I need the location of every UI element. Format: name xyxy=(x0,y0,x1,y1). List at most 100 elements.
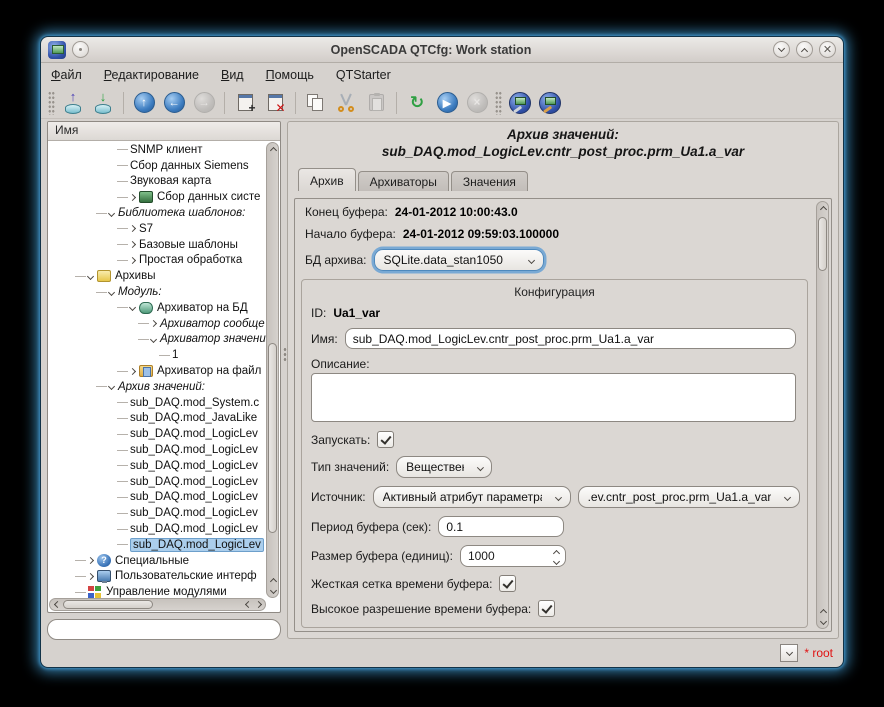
buffer-size-spinner[interactable]: 1000 xyxy=(460,545,566,567)
up-level-button[interactable]: ↑ xyxy=(129,89,159,117)
tree-item[interactable]: Архив значений: xyxy=(48,379,266,395)
tree-hscroll-thumb[interactable] xyxy=(63,600,153,609)
tree-item[interactable]: sub_DAQ.mod_LogicLev xyxy=(48,537,266,553)
collapse-icon[interactable] xyxy=(108,210,115,217)
tree-item[interactable]: sub_DAQ.mod_LogicLev xyxy=(48,458,266,474)
save-to-db-button[interactable]: ↓ xyxy=(88,89,118,117)
scroll-down-icon[interactable] xyxy=(817,617,829,628)
buffer-period-input[interactable]: 0.1 xyxy=(438,516,564,537)
hard-grid-checkbox[interactable] xyxy=(499,575,516,592)
high-res-checkbox[interactable] xyxy=(538,600,555,617)
delete-item-button[interactable]: ✕ xyxy=(260,89,290,117)
menu-help[interactable]: Помощь xyxy=(266,68,314,82)
form-vscroll-thumb[interactable] xyxy=(818,217,827,271)
back-button[interactable]: ← xyxy=(159,89,189,117)
tree-item[interactable]: Управление модулями xyxy=(48,584,266,598)
scroll-up-icon[interactable] xyxy=(267,143,279,154)
menu-qtstarter[interactable]: QTStarter xyxy=(336,68,391,82)
forward-button[interactable]: → xyxy=(189,89,219,117)
expand-icon[interactable] xyxy=(87,573,94,580)
scroll-down-icon[interactable] xyxy=(267,586,279,597)
titlebar-pin-button[interactable] xyxy=(72,41,89,58)
tree-item[interactable]: sub_DAQ.mod_LogicLev xyxy=(48,505,266,521)
tree-item[interactable]: Простая обработка xyxy=(48,253,266,269)
expand-icon[interactable] xyxy=(150,320,157,327)
value-type-select[interactable]: Веществен. xyxy=(396,456,492,478)
scroll-up-icon[interactable] xyxy=(817,605,829,616)
minimize-button[interactable] xyxy=(773,41,790,58)
spinner-buttons[interactable] xyxy=(554,548,559,564)
tree-item[interactable]: sub_DAQ.mod_LogicLev xyxy=(48,426,266,442)
collapse-icon[interactable] xyxy=(129,304,136,311)
toolbar-handle[interactable] xyxy=(48,91,55,115)
close-button[interactable]: ✕ xyxy=(819,41,836,58)
tree-item[interactable]: SNMP клиент xyxy=(48,142,266,158)
tree-item[interactable]: sub_DAQ.mod_LogicLev xyxy=(48,474,266,490)
tab-archivators[interactable]: Архиваторы xyxy=(358,171,449,191)
maximize-button[interactable] xyxy=(796,41,813,58)
tree-item[interactable]: Пользовательские интерф xyxy=(48,569,266,585)
scroll-up-icon[interactable] xyxy=(267,574,279,585)
tree-item[interactable]: Звуковая карта xyxy=(48,174,266,190)
description-textarea[interactable] xyxy=(311,373,796,422)
tab-archive[interactable]: Архив xyxy=(298,168,356,191)
tree-horizontal-scrollbar[interactable] xyxy=(49,598,266,611)
source-type-select[interactable]: Активный атрибут параметра xyxy=(373,486,571,508)
load-from-db-button[interactable]: ↑ xyxy=(58,89,88,117)
toolbar-handle[interactable] xyxy=(495,91,502,115)
menu-view[interactable]: Вид xyxy=(221,68,244,82)
spin-up-icon[interactable] xyxy=(553,550,560,557)
scroll-right-icon[interactable] xyxy=(253,599,265,610)
cut-item-button[interactable] xyxy=(331,89,361,117)
tree-item[interactable]: Базовые шаблоны xyxy=(48,237,266,253)
start-button[interactable]: ▶ xyxy=(432,89,462,117)
tree-item[interactable]: sub_DAQ.mod_JavaLike xyxy=(48,411,266,427)
tree-vertical-scrollbar[interactable] xyxy=(266,142,279,598)
collapse-icon[interactable] xyxy=(87,273,94,280)
tree-item[interactable]: Архивы xyxy=(48,268,266,284)
scroll-left-icon[interactable] xyxy=(50,599,62,610)
tree-item[interactable]: Архиватор на БД xyxy=(48,300,266,316)
menu-edit[interactable]: Редактирование xyxy=(104,68,199,82)
archive-db-select[interactable]: SQLite.data_stan1050 xyxy=(374,249,544,271)
tree-item[interactable]: sub_DAQ.mod_LogicLev xyxy=(48,442,266,458)
refresh-button[interactable]: ↻ xyxy=(402,89,432,117)
collapse-icon[interactable] xyxy=(108,383,115,390)
tree-header[interactable]: Имя xyxy=(48,122,280,141)
expand-icon[interactable] xyxy=(129,241,136,248)
tree-search-input[interactable] xyxy=(47,619,281,640)
tree-item[interactable]: 1 xyxy=(48,347,266,363)
expand-icon[interactable] xyxy=(129,225,136,232)
add-item-button[interactable]: + xyxy=(230,89,260,117)
paste-item-button[interactable] xyxy=(361,89,391,117)
tree-item[interactable]: Библиотека шаблонов: xyxy=(48,205,266,221)
tree-item[interactable]: Специальные xyxy=(48,553,266,569)
scroll-left-icon[interactable] xyxy=(241,599,253,610)
copy-item-button[interactable] xyxy=(301,89,331,117)
tab-values[interactable]: Значения xyxy=(451,171,528,191)
tree-item[interactable]: Архиватор значени xyxy=(48,332,266,348)
statusbar-dropdown-button[interactable] xyxy=(780,644,798,662)
tree-vscroll-thumb[interactable] xyxy=(268,343,277,534)
tree-item[interactable]: S7 xyxy=(48,221,266,237)
tree-item[interactable]: Сбор данных Siemens xyxy=(48,158,266,174)
collapse-icon[interactable] xyxy=(150,336,157,343)
tree-item[interactable]: Архиватор на файл xyxy=(48,363,266,379)
collapse-icon[interactable] xyxy=(108,289,115,296)
expand-icon[interactable] xyxy=(129,194,136,201)
tree-item[interactable]: sub_DAQ.mod_LogicLev xyxy=(48,521,266,537)
form-vertical-scrollbar[interactable] xyxy=(816,201,829,629)
tree-item[interactable]: Архиватор сообще xyxy=(48,316,266,332)
tree-item[interactable]: Модуль: xyxy=(48,284,266,300)
scroll-up-icon[interactable] xyxy=(817,202,829,213)
run-checkbox[interactable] xyxy=(377,431,394,448)
expand-icon[interactable] xyxy=(129,368,136,375)
tree-item[interactable]: sub_DAQ.mod_LogicLev xyxy=(48,490,266,506)
source-select[interactable]: .ev.cntr_post_proc.prm_Ua1.a_var xyxy=(578,486,801,508)
expand-icon[interactable] xyxy=(129,257,136,264)
stop-button[interactable]: × xyxy=(462,89,492,117)
tree-item[interactable]: Сбор данных систе xyxy=(48,189,266,205)
tree-item[interactable]: sub_DAQ.mod_System.c xyxy=(48,395,266,411)
qtcfg-button[interactable] xyxy=(505,89,535,117)
name-input[interactable]: sub_DAQ.mod_LogicLev.cntr_post_proc.prm_… xyxy=(345,328,796,349)
